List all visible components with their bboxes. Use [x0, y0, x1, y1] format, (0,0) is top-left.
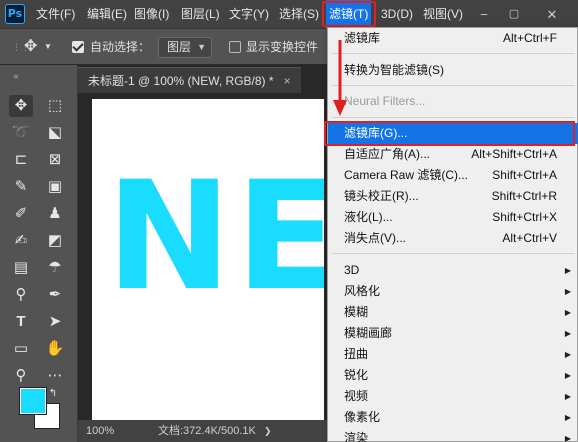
menu-item-convert-smart-filters[interactable]: 转换为智能滤镜(S): [328, 60, 578, 81]
submenu-arrow-icon: ▶: [564, 266, 571, 275]
dodge-tool-icon[interactable]: ⚲: [9, 284, 33, 306]
hand-tool-icon[interactable]: ✋: [43, 338, 67, 360]
canvas[interactable]: NE: [92, 99, 324, 421]
submenu-arrow-icon: ▶: [564, 392, 571, 401]
auto-select-label: 自动选择：: [90, 40, 151, 54]
menu-select[interactable]: 选择(S): [279, 0, 319, 29]
lasso-tool-icon[interactable]: ➰: [9, 122, 33, 144]
menu-view[interactable]: 视图(V): [423, 0, 463, 29]
menu-item-vanishing-point[interactable]: 消失点(V)... Alt+Ctrl+V: [328, 228, 578, 249]
blur-tool-icon[interactable]: ☂: [43, 257, 67, 279]
swap-colors-icon[interactable]: ↰: [46, 383, 60, 405]
submenu-arrow-icon: ▶: [564, 434, 571, 442]
restore-button[interactable]: ▢: [502, 0, 526, 29]
menu-divider: [332, 117, 575, 118]
foreground-color-swatch[interactable]: [19, 387, 47, 415]
tool-panel: « ✥ ⬚ ➰ ⬕ ⊏ ⊠ ✎ ▣ ✐ ♟ ✍ ◩ ▤ ☂ ⚲ ✒ T ➤ ▭ …: [0, 65, 78, 442]
menu-divider: [332, 253, 575, 254]
frame-tool-icon[interactable]: ⊠: [43, 149, 67, 171]
submenu-arrow-icon: ▶: [564, 329, 571, 338]
menu-bar: Ps 文件(F) 编辑(E) 图像(I) 图层(L) 文字(Y) 选择(S) 滤…: [0, 0, 578, 29]
eyedropper-tool-icon[interactable]: ✎: [9, 176, 33, 198]
rectangle-tool-icon[interactable]: ▭: [9, 338, 33, 360]
stamp-tool-icon[interactable]: ♟: [43, 203, 67, 225]
path-select-tool-icon[interactable]: ➤: [43, 311, 67, 333]
menu-3d[interactable]: 3D(D): [381, 0, 413, 29]
auto-select-target-value: 图层: [167, 40, 192, 54]
menu-item-distort[interactable]: 扭曲 ▶: [328, 344, 578, 365]
photoshop-logo: Ps: [5, 4, 25, 24]
menu-item-render[interactable]: 渲染 ▶: [328, 428, 578, 442]
collapse-panel-icon[interactable]: «: [4, 65, 28, 87]
move-tool-preset-icon[interactable]: ✥: [24, 29, 37, 65]
menu-layer[interactable]: 图层(L): [181, 0, 220, 29]
menu-type[interactable]: 文字(Y): [229, 0, 269, 29]
menu-item-video[interactable]: 视频 ▶: [328, 386, 578, 407]
submenu-arrow-icon: ▶: [564, 308, 571, 317]
menu-divider: [332, 85, 575, 86]
menu-item-adaptive-wide-angle[interactable]: 自适应广角(A)... Alt+Shift+Ctrl+A: [328, 144, 578, 165]
close-window-button[interactable]: ✕: [540, 0, 564, 29]
move-tool-icon[interactable]: ✥: [9, 95, 33, 117]
menu-image[interactable]: 图像(I): [134, 0, 169, 29]
menu-item-filter-gallery-last[interactable]: 滤镜库 Alt+Ctrl+F: [328, 28, 578, 49]
status-menu-arrow-icon[interactable]: ❯: [264, 420, 272, 442]
canvas-text-layer: NE: [106, 150, 324, 324]
submenu-arrow-icon: ▶: [564, 371, 571, 380]
menu-item-pixelate[interactable]: 像素化 ▶: [328, 407, 578, 428]
show-transform-label: 显示变换控件: [246, 40, 319, 54]
submenu-arrow-icon: ▶: [564, 413, 571, 422]
menu-item-sharpen[interactable]: 锐化 ▶: [328, 365, 578, 386]
type-tool-icon[interactable]: T: [9, 311, 33, 333]
menu-item-liquify[interactable]: 液化(L)... Shift+Ctrl+X: [328, 207, 578, 228]
menu-item-blur[interactable]: 模糊 ▶: [328, 302, 578, 323]
filter-gallery-highlight-box: [324, 121, 575, 146]
marquee-tool-icon[interactable]: ⬚: [43, 95, 67, 117]
object-select-tool-icon[interactable]: ⬕: [43, 122, 67, 144]
document-info: 文档:372.4K/500.1K: [158, 425, 256, 437]
close-tab-icon[interactable]: ×: [284, 74, 291, 88]
menu-divider: [332, 53, 575, 54]
gradient-tool-icon[interactable]: ▤: [9, 257, 33, 279]
menu-item-lens-correction[interactable]: 镜头校正(R)... Shift+Ctrl+R: [328, 186, 578, 207]
zoom-tool-icon[interactable]: ⚲: [9, 365, 33, 387]
brush-tool-icon[interactable]: ✐: [9, 203, 33, 225]
auto-select-target-select[interactable]: 图层 ▼: [158, 37, 212, 58]
pen-tool-icon[interactable]: ✒: [43, 284, 67, 306]
menu-item-3d[interactable]: 3D ▶: [328, 260, 578, 281]
show-transform-checkbox[interactable]: [229, 41, 241, 53]
document-tab[interactable]: 未标题-1 @ 100% (NEW, RGB/8) * ×: [78, 67, 301, 93]
filter-menu: 滤镜库 Alt+Ctrl+F 转换为智能滤镜(S) Neural Filters.…: [327, 27, 578, 442]
menu-edit[interactable]: 编辑(E): [87, 0, 127, 29]
history-brush-tool-icon[interactable]: ✍: [9, 230, 33, 252]
menu-item-camera-raw[interactable]: Camera Raw 滤镜(C)... Shift+Ctrl+A: [328, 165, 578, 186]
filter-menu-highlight-box: [322, 1, 376, 27]
menu-item-neural-filters: Neural Filters...: [344, 94, 426, 108]
minimize-button[interactable]: −: [472, 0, 496, 29]
healing-brush-tool-icon[interactable]: ▣: [43, 176, 67, 198]
document-tab-title: 未标题-1 @ 100% (NEW, RGB/8) *: [88, 74, 274, 88]
eraser-tool-icon[interactable]: ◩: [43, 230, 67, 252]
menu-file[interactable]: 文件(F): [36, 0, 75, 29]
auto-select-checkbox[interactable]: [72, 41, 84, 53]
menu-item-stylize[interactable]: 风格化 ▶: [328, 281, 578, 302]
zoom-level[interactable]: 100%: [86, 420, 114, 442]
chevron-down-icon[interactable]: ▼: [44, 29, 52, 65]
submenu-arrow-icon: ▶: [564, 350, 571, 359]
submenu-arrow-icon: ▶: [564, 287, 571, 296]
chevron-down-icon: ▼: [197, 42, 206, 52]
menu-item-blur-gallery[interactable]: 模糊画廊 ▶: [328, 323, 578, 344]
crop-tool-icon[interactable]: ⊏: [9, 149, 33, 171]
